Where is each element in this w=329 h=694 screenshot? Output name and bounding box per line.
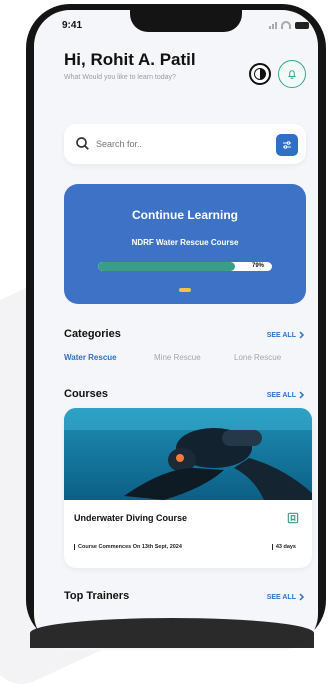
status-time: 9:41: [62, 19, 83, 31]
progress-label: 79%: [251, 263, 264, 269]
course-commence-date: Course Commences On 13th Sept, 2024: [74, 544, 234, 550]
search-bar: [64, 124, 306, 164]
category-tab-mine-rescue[interactable]: Mine Rescue: [154, 353, 201, 362]
greeting-title: Hi, Rohit A. Patil: [64, 50, 196, 69]
bookmark-icon[interactable]: [286, 511, 300, 525]
greeting-subtitle: What Would you like to learn today?: [64, 74, 176, 81]
continue-course-name: NDRF Water Rescue Course: [131, 238, 239, 247]
chevron-right-icon: [299, 593, 305, 601]
wifi-icon: [281, 21, 291, 29]
categories-see-all-link[interactable]: SEE ALL: [267, 331, 305, 339]
filter-button[interactable]: [276, 134, 298, 156]
diver-image: [64, 408, 312, 500]
carousel-indicator: [179, 288, 191, 292]
chevron-right-icon: [299, 391, 305, 399]
bottom-bezel: [30, 618, 314, 648]
filter-icon: [283, 141, 291, 149]
continue-learning-card[interactable]: Continue Learning NDRF Water Rescue Cour…: [64, 184, 306, 304]
courses-title: Courses: [64, 388, 109, 400]
progress-fill: [98, 262, 236, 271]
theme-toggle-button[interactable]: [249, 63, 271, 85]
course-duration: 43 days: [271, 544, 296, 550]
notification-button[interactable]: [278, 60, 306, 88]
categories-title: Categories: [64, 328, 121, 340]
course-progress-bar: 79%: [98, 262, 272, 271]
continue-learning-title: Continue Learning: [132, 208, 238, 222]
battery-icon: [295, 21, 309, 29]
chevron-right-icon: [299, 331, 305, 339]
status-bar: 9:41: [62, 18, 309, 32]
top-trainers-title: Top Trainers: [64, 590, 130, 602]
course-card[interactable]: Underwater Diving Course Course Commence…: [64, 408, 312, 568]
course-title: Underwater Diving Course: [74, 513, 188, 523]
trainers-see-all-link[interactable]: SEE ALL: [267, 593, 305, 601]
search-icon: [76, 137, 89, 150]
bell-icon: [288, 70, 296, 79]
category-tab-lone-rescue[interactable]: Lone Rescue: [234, 353, 281, 362]
search-input[interactable]: [96, 139, 246, 149]
contrast-icon: [254, 68, 266, 80]
courses-see-all-link[interactable]: SEE ALL: [267, 391, 305, 399]
category-tab-water-rescue[interactable]: Water Rescue: [64, 353, 117, 362]
signal-icon: [269, 21, 277, 29]
